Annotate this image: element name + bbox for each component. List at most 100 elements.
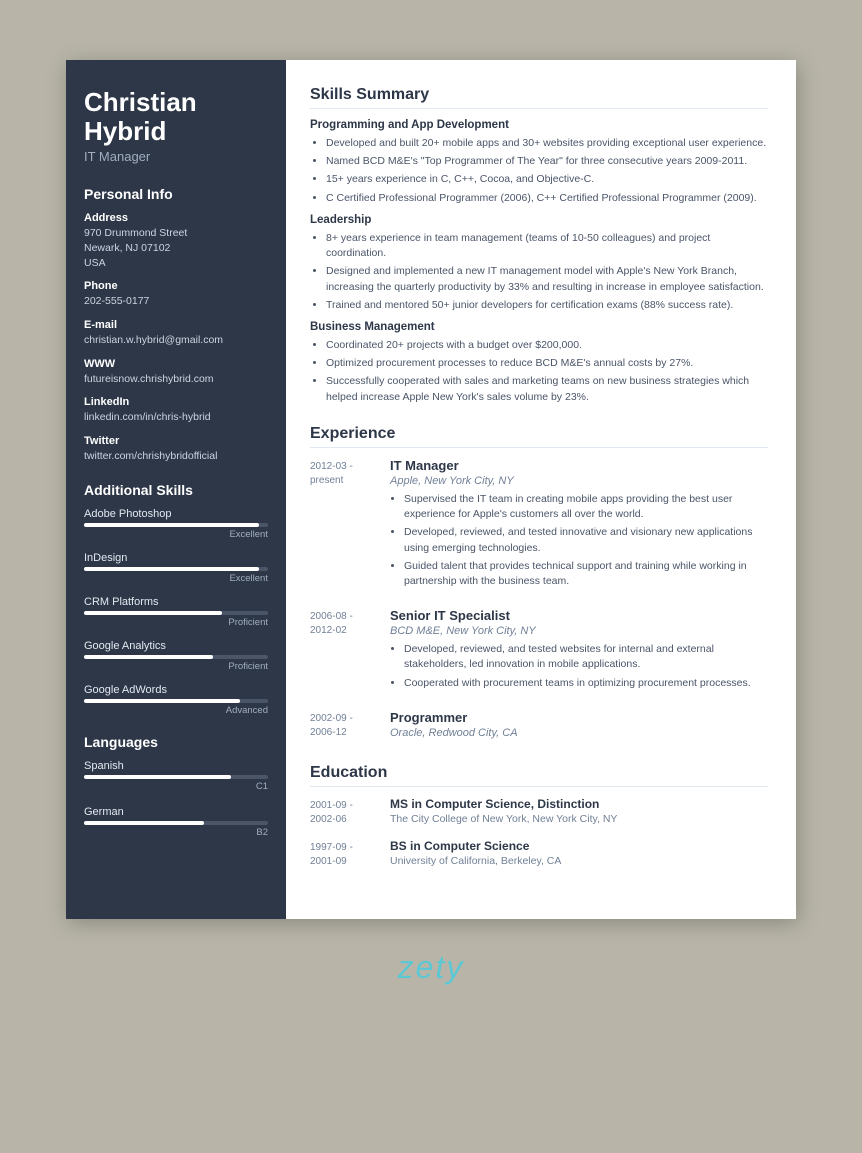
lang-level: C1 [84, 781, 268, 792]
exp-bullet: Guided talent that provides technical su… [404, 559, 768, 589]
www-value: futureisnow.chrishybrid.com [84, 372, 268, 387]
skills-subsection-title: Programming and App Development [310, 119, 768, 131]
sidebar: Christian Hybrid IT Manager Personal Inf… [66, 60, 286, 919]
skill-bar-bg [84, 655, 268, 659]
languages-list: Spanish C1 German B2 [84, 760, 268, 838]
phone-label: Phone [84, 280, 268, 292]
exp-details: IT Manager Apple, New York City, NY Supe… [390, 458, 768, 592]
edu-school: University of California, Berkeley, CA [390, 855, 768, 867]
skills-subsection: Programming and App Development Developed… [310, 119, 768, 206]
edu-details: MS in Computer Science, Distinction The … [390, 797, 768, 827]
edu-details: BS in Computer Science University of Cal… [390, 839, 768, 869]
exp-dates: 2002-09 -2006-12 [310, 710, 390, 744]
exp-job-title: Senior IT Specialist [390, 608, 768, 623]
exp-details: Programmer Oracle, Redwood City, CA [390, 710, 768, 744]
skill-name: Google AdWords [84, 684, 268, 696]
exp-details: Senior IT Specialist BCD M&E, New York C… [390, 608, 768, 694]
skills-summary-section: Skills Summary Programming and App Devel… [310, 86, 768, 405]
linkedin-label: LinkedIn [84, 396, 268, 408]
skill-bar-fill [84, 655, 213, 659]
lang-bar-bg [84, 775, 268, 779]
exp-bullet: Supervised the IT team in creating mobil… [404, 492, 768, 522]
exp-bullets: Supervised the IT team in creating mobil… [390, 492, 768, 589]
skills-subsection-title: Business Management [310, 321, 768, 333]
exp-dates: 2006-08 -2012-02 [310, 608, 390, 694]
skill-name: CRM Platforms [84, 596, 268, 608]
person-name: Christian Hybrid [84, 88, 268, 145]
skill-bullet: Coordinated 20+ projects with a budget o… [326, 338, 768, 353]
skill-bullet: Successfully cooperated with sales and m… [326, 374, 768, 404]
linkedin-value: linkedin.com/in/chris-hybrid [84, 410, 268, 425]
languages-heading: Languages [84, 734, 268, 750]
exp-job-title: Programmer [390, 710, 768, 725]
lang-level: B2 [84, 827, 268, 838]
skill-bar-bg [84, 611, 268, 615]
experience-body: 2012-03 -present IT Manager Apple, New Y… [310, 458, 768, 744]
skills-bullets: 8+ years experience in team management (… [310, 231, 768, 313]
address-value: 970 Drummond Street Newark, NJ 07102 USA [84, 226, 268, 270]
skills-subsection: Leadership 8+ years experience in team ma… [310, 214, 768, 313]
zety-logo: zety [398, 949, 465, 986]
experience-item: 2006-08 -2012-02 Senior IT Specialist BC… [310, 608, 768, 694]
skills-summary-title: Skills Summary [310, 86, 768, 109]
lang-item: Spanish C1 [84, 760, 268, 792]
skill-bar-fill [84, 699, 240, 703]
skill-bullet: Designed and implemented a new IT manage… [326, 264, 768, 294]
exp-dates: 2012-03 -present [310, 458, 390, 592]
edu-school: The City College of New York, New York C… [390, 813, 768, 825]
person-title: IT Manager [84, 149, 268, 164]
edu-degree: MS in Computer Science, Distinction [390, 797, 768, 811]
lang-bar-bg [84, 821, 268, 825]
exp-company: Oracle, Redwood City, CA [390, 727, 768, 739]
skill-item: CRM Platforms Proficient [84, 596, 268, 628]
education-title: Education [310, 764, 768, 787]
edu-degree: BS in Computer Science [390, 839, 768, 853]
skill-bullet: Developed and built 20+ mobile apps and … [326, 136, 768, 151]
skill-bar-fill [84, 523, 259, 527]
exp-bullets: Developed, reviewed, and tested websites… [390, 642, 768, 691]
experience-item: 2002-09 -2006-12 Programmer Oracle, Redw… [310, 710, 768, 744]
skill-name: Google Analytics [84, 640, 268, 652]
skill-level: Advanced [84, 705, 268, 716]
phone-value: 202-555-0177 [84, 294, 268, 309]
education-item: 1997-09 -2001-09 BS in Computer Science … [310, 839, 768, 869]
skills-subsection: Business Management Coordinated 20+ proje… [310, 321, 768, 405]
skill-bullet: C Certified Professional Programmer (200… [326, 191, 768, 206]
education-item: 2001-09 -2002-06 MS in Computer Science,… [310, 797, 768, 827]
lang-bar-fill [84, 821, 204, 825]
skill-level: Excellent [84, 573, 268, 584]
skill-level: Proficient [84, 617, 268, 628]
skill-bullet: Trained and mentored 50+ junior develope… [326, 298, 768, 313]
skills-summary-body: Programming and App Development Developed… [310, 119, 768, 405]
exp-job-title: IT Manager [390, 458, 768, 473]
resume: Christian Hybrid IT Manager Personal Inf… [66, 60, 796, 919]
email-label: E-mail [84, 319, 268, 331]
lang-name: Spanish [84, 760, 268, 772]
skill-bar-fill [84, 611, 222, 615]
twitter-value: twitter.com/chrishybridofficial [84, 449, 268, 464]
skill-item: Google Analytics Proficient [84, 640, 268, 672]
edu-dates: 2001-09 -2002-06 [310, 797, 390, 827]
skill-bar-bg [84, 523, 268, 527]
address-label: Address [84, 212, 268, 224]
skill-name: Adobe Photoshop [84, 508, 268, 520]
skill-bar-bg [84, 699, 268, 703]
skill-bullet: 15+ years experience in C, C++, Cocoa, a… [326, 172, 768, 187]
exp-company: BCD M&E, New York City, NY [390, 625, 768, 637]
skill-bar-fill [84, 567, 259, 571]
email-value: christian.w.hybrid@gmail.com [84, 333, 268, 348]
skill-name: InDesign [84, 552, 268, 564]
lang-name: German [84, 806, 268, 818]
skill-item: Adobe Photoshop Excellent [84, 508, 268, 540]
skill-level: Excellent [84, 529, 268, 540]
main-content: Skills Summary Programming and App Devel… [286, 60, 796, 919]
exp-bullet: Developed, reviewed, and tested websites… [404, 642, 768, 672]
skill-level: Proficient [84, 661, 268, 672]
lang-bar-fill [84, 775, 231, 779]
skills-list: Adobe Photoshop Excellent InDesign Excel… [84, 508, 268, 716]
personal-info-heading: Personal Info [84, 186, 268, 202]
skill-item: InDesign Excellent [84, 552, 268, 584]
lang-item: German B2 [84, 806, 268, 838]
exp-bullet: Cooperated with procurement teams in opt… [404, 676, 768, 691]
skills-subsection-title: Leadership [310, 214, 768, 226]
